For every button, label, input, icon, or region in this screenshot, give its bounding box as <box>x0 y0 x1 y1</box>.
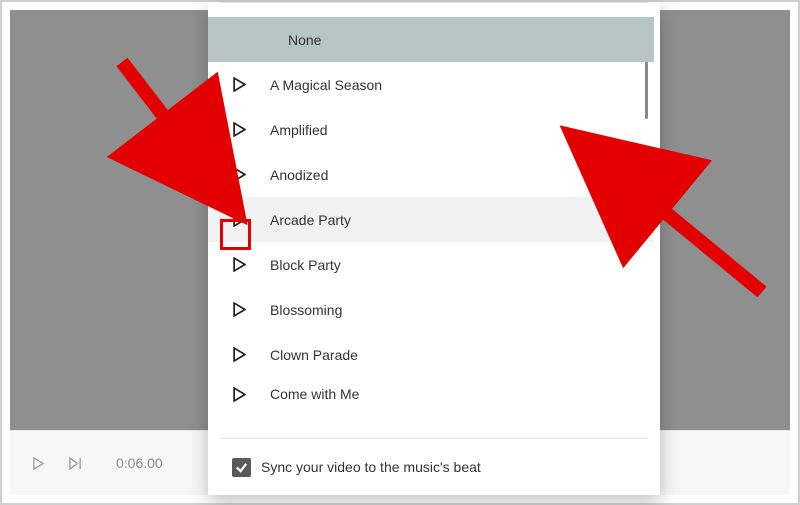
music-item-label: Amplified <box>270 122 328 138</box>
music-item-label: None <box>208 32 321 48</box>
music-item[interactable]: Anodized <box>208 152 654 197</box>
music-item-none[interactable]: None <box>208 17 654 62</box>
music-item-highlighted[interactable]: Arcade Party <box>208 197 654 242</box>
play-preview-icon[interactable] <box>233 347 246 362</box>
music-item-label: Come with Me <box>270 386 359 402</box>
panel-divider <box>220 2 648 17</box>
music-item-label: Arcade Party <box>270 212 351 228</box>
music-item-label: Block Party <box>270 257 341 273</box>
panel-footer: Sync your video to the music's beat <box>220 438 648 495</box>
music-item-label: A Magical Season <box>270 77 382 93</box>
music-item[interactable]: Clown Parade <box>208 332 654 377</box>
music-item[interactable]: Block Party <box>208 242 654 287</box>
timecode: 0:06.00 <box>116 455 163 471</box>
app-window: 0:06.00 None A Magical Season Amplified … <box>0 0 800 505</box>
music-item-label: Anodized <box>270 167 328 183</box>
play-preview-icon[interactable] <box>233 387 246 402</box>
music-item-label: Blossoming <box>270 302 342 318</box>
music-item[interactable]: Amplified <box>208 107 654 152</box>
music-item[interactable]: Come with Me <box>208 377 654 411</box>
sync-label: Sync your video to the music's beat <box>261 459 481 475</box>
music-item[interactable]: Blossoming <box>208 287 654 332</box>
sync-checkbox[interactable] <box>232 458 251 477</box>
music-panel: None A Magical Season Amplified Anodized… <box>208 2 660 495</box>
play-preview-icon[interactable] <box>233 257 246 272</box>
play-preview-icon[interactable] <box>233 212 246 227</box>
play-button[interactable] <box>32 457 45 470</box>
play-preview-icon[interactable] <box>233 122 246 137</box>
play-preview-icon[interactable] <box>233 77 246 92</box>
play-preview-icon[interactable] <box>233 167 246 182</box>
music-item[interactable]: A Magical Season <box>208 62 654 107</box>
play-preview-icon[interactable] <box>233 302 246 317</box>
music-list[interactable]: None A Magical Season Amplified Anodized… <box>208 17 660 411</box>
music-item-label: Clown Parade <box>270 347 358 363</box>
step-forward-button[interactable] <box>69 457 82 470</box>
